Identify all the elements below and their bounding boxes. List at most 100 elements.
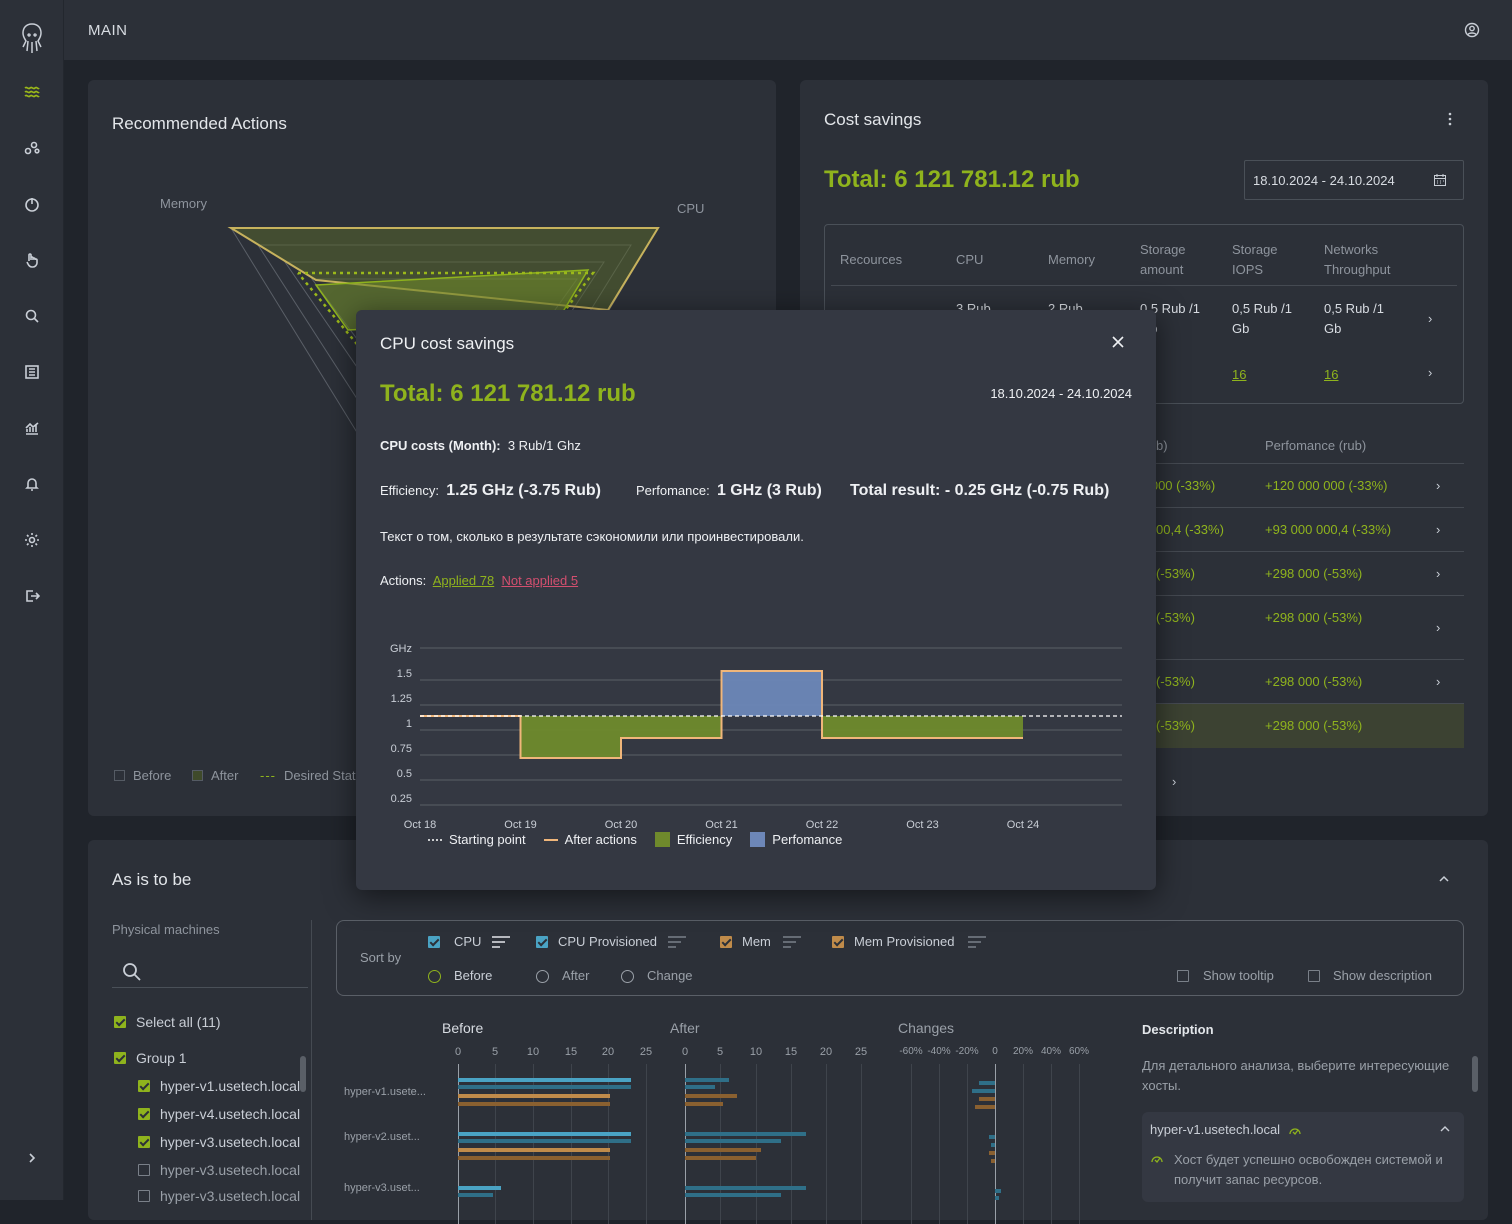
td-storage-iops: 0,5 Rub /1 Gb bbox=[1232, 301, 1292, 336]
before-tick: 10 bbox=[526, 1046, 540, 1058]
list-icon[interactable] bbox=[22, 362, 42, 382]
bar bbox=[458, 1078, 631, 1082]
efficiency-label: Efficiency: bbox=[380, 483, 440, 498]
bar bbox=[458, 1148, 610, 1152]
gauge-ok-icon bbox=[1289, 1128, 1301, 1135]
date-range-input[interactable]: 18.10.2024 - 24.10.2024 bbox=[1244, 160, 1464, 200]
list-item-right: +298 000 (-53%) bbox=[1265, 566, 1363, 581]
before-tick: 20 bbox=[601, 1046, 615, 1058]
legend-line-icon bbox=[543, 838, 558, 841]
logout-icon[interactable] bbox=[22, 586, 42, 606]
chevron-right-icon[interactable]: › bbox=[1436, 566, 1440, 581]
host-label: hyper-v3.usetech.local bbox=[160, 1134, 301, 1150]
group-checkbox[interactable] bbox=[114, 1052, 126, 1064]
chevron-right-icon[interactable]: › bbox=[1436, 522, 1440, 537]
legend-after-actions-label: After actions bbox=[564, 832, 637, 847]
machines-search-input[interactable] bbox=[112, 956, 308, 988]
gridline bbox=[967, 1064, 968, 1224]
hand-icon[interactable] bbox=[22, 250, 42, 270]
chevron-right-icon[interactable]: › bbox=[1436, 478, 1440, 493]
collapse-chevron-icon[interactable] bbox=[1440, 1126, 1450, 1132]
bar bbox=[685, 1156, 756, 1160]
y-axis-label: GHz bbox=[390, 643, 412, 655]
td-network-link[interactable]: 16 bbox=[1324, 365, 1338, 385]
th-storage-iops: Storage IOPS bbox=[1232, 242, 1278, 277]
sort-lines-icon[interactable] bbox=[668, 936, 686, 948]
gridline bbox=[720, 1064, 721, 1224]
row-chevron-icon[interactable]: › bbox=[1428, 365, 1432, 380]
sort-lines-icon[interactable] bbox=[783, 936, 801, 948]
total-result: Total result: - 0.25 GHz (-0.75 Rub) bbox=[850, 482, 1109, 500]
host-checkbox[interactable] bbox=[138, 1164, 150, 1176]
host-checkbox[interactable] bbox=[138, 1108, 150, 1120]
description-title: Description bbox=[1142, 1022, 1214, 1037]
user-icon[interactable] bbox=[1464, 22, 1480, 38]
chevron-right-icon[interactable]: › bbox=[1436, 674, 1440, 689]
legend-after-label: After bbox=[211, 768, 239, 783]
description-scrollbar[interactable] bbox=[1472, 1056, 1478, 1092]
sort-lines-icon[interactable] bbox=[492, 936, 510, 948]
bar bbox=[995, 1196, 999, 1200]
waves-icon[interactable] bbox=[22, 82, 42, 102]
octopus-logo-icon[interactable] bbox=[18, 22, 46, 54]
sort-lines-icon[interactable] bbox=[968, 936, 986, 948]
radio-after[interactable] bbox=[536, 970, 549, 983]
td-iops-link[interactable]: 16 bbox=[1232, 365, 1246, 385]
host-checkbox[interactable] bbox=[138, 1190, 150, 1202]
change-tick: 20% bbox=[1012, 1046, 1033, 1057]
show-description-checkbox[interactable] bbox=[1308, 970, 1320, 982]
sort-cpu-checkbox[interactable] bbox=[428, 936, 440, 948]
bar bbox=[685, 1078, 729, 1082]
after-tick: 0 bbox=[681, 1046, 689, 1058]
chevron-right-icon[interactable]: › bbox=[1436, 620, 1440, 635]
collapse-chevron-icon[interactable] bbox=[1438, 875, 1450, 883]
chevron-right-icon[interactable]: › bbox=[1172, 774, 1176, 789]
gauge-ok-icon bbox=[1151, 1156, 1163, 1163]
bar bbox=[458, 1186, 501, 1190]
close-icon[interactable] bbox=[1110, 334, 1126, 350]
expand-chevron-icon[interactable] bbox=[24, 1150, 40, 1166]
nodes-icon[interactable] bbox=[22, 138, 42, 158]
radio-change[interactable] bbox=[621, 970, 634, 983]
calendar-icon[interactable] bbox=[1433, 173, 1447, 187]
gridline bbox=[995, 1064, 996, 1224]
show-tooltip-checkbox[interactable] bbox=[1177, 970, 1189, 982]
x-tick-label: Oct 24 bbox=[1007, 819, 1039, 831]
bar bbox=[975, 1105, 995, 1109]
bar bbox=[458, 1094, 610, 1098]
gear-icon[interactable] bbox=[22, 530, 42, 550]
gridline bbox=[1023, 1064, 1024, 1224]
power-icon[interactable] bbox=[22, 194, 42, 214]
modal-total: Total: 6 121 781.12 rub bbox=[380, 380, 636, 407]
host-checkbox[interactable] bbox=[138, 1080, 150, 1092]
applied-link[interactable]: Applied 78 bbox=[433, 573, 494, 588]
sort-mem-checkbox[interactable] bbox=[720, 936, 732, 948]
description-host-card[interactable]: hyper-v1.usetech.local Хост будет успешн… bbox=[1142, 1112, 1464, 1202]
bar bbox=[685, 1193, 781, 1197]
analytics-icon[interactable] bbox=[22, 418, 42, 438]
machines-scrollbar[interactable] bbox=[300, 1056, 306, 1092]
before-tick: 5 bbox=[491, 1046, 499, 1058]
sort-mem-provisioned-checkbox[interactable] bbox=[832, 936, 844, 948]
gridline bbox=[861, 1064, 862, 1224]
select-all-label: Select all (11) bbox=[136, 1014, 221, 1030]
change-tick: -60% bbox=[899, 1046, 923, 1057]
host-checkbox[interactable] bbox=[138, 1136, 150, 1148]
select-all-checkbox[interactable] bbox=[114, 1016, 126, 1028]
more-vertical-icon[interactable] bbox=[1448, 112, 1452, 126]
x-tick-label: Oct 22 bbox=[806, 819, 838, 831]
change-tick: 0 bbox=[992, 1046, 998, 1057]
legend-after: After bbox=[192, 768, 238, 783]
bell-icon[interactable] bbox=[22, 474, 42, 494]
search-icon[interactable] bbox=[22, 306, 42, 326]
cpu-costs-row: CPU costs (Month): 3 Rub/1 Ghz bbox=[380, 438, 581, 453]
physical-machines-label: Physical machines bbox=[112, 922, 220, 937]
radio-before[interactable] bbox=[428, 970, 441, 983]
list-item-right: +298 000 (-53%) bbox=[1265, 718, 1363, 733]
gridline bbox=[939, 1064, 940, 1224]
bar bbox=[685, 1186, 806, 1190]
sort-cpu-provisioned-checkbox[interactable] bbox=[536, 936, 548, 948]
legend-before-swatch bbox=[114, 770, 125, 781]
not-applied-link[interactable]: Not applied 5 bbox=[501, 573, 578, 588]
row-chevron-icon[interactable]: › bbox=[1428, 311, 1432, 326]
